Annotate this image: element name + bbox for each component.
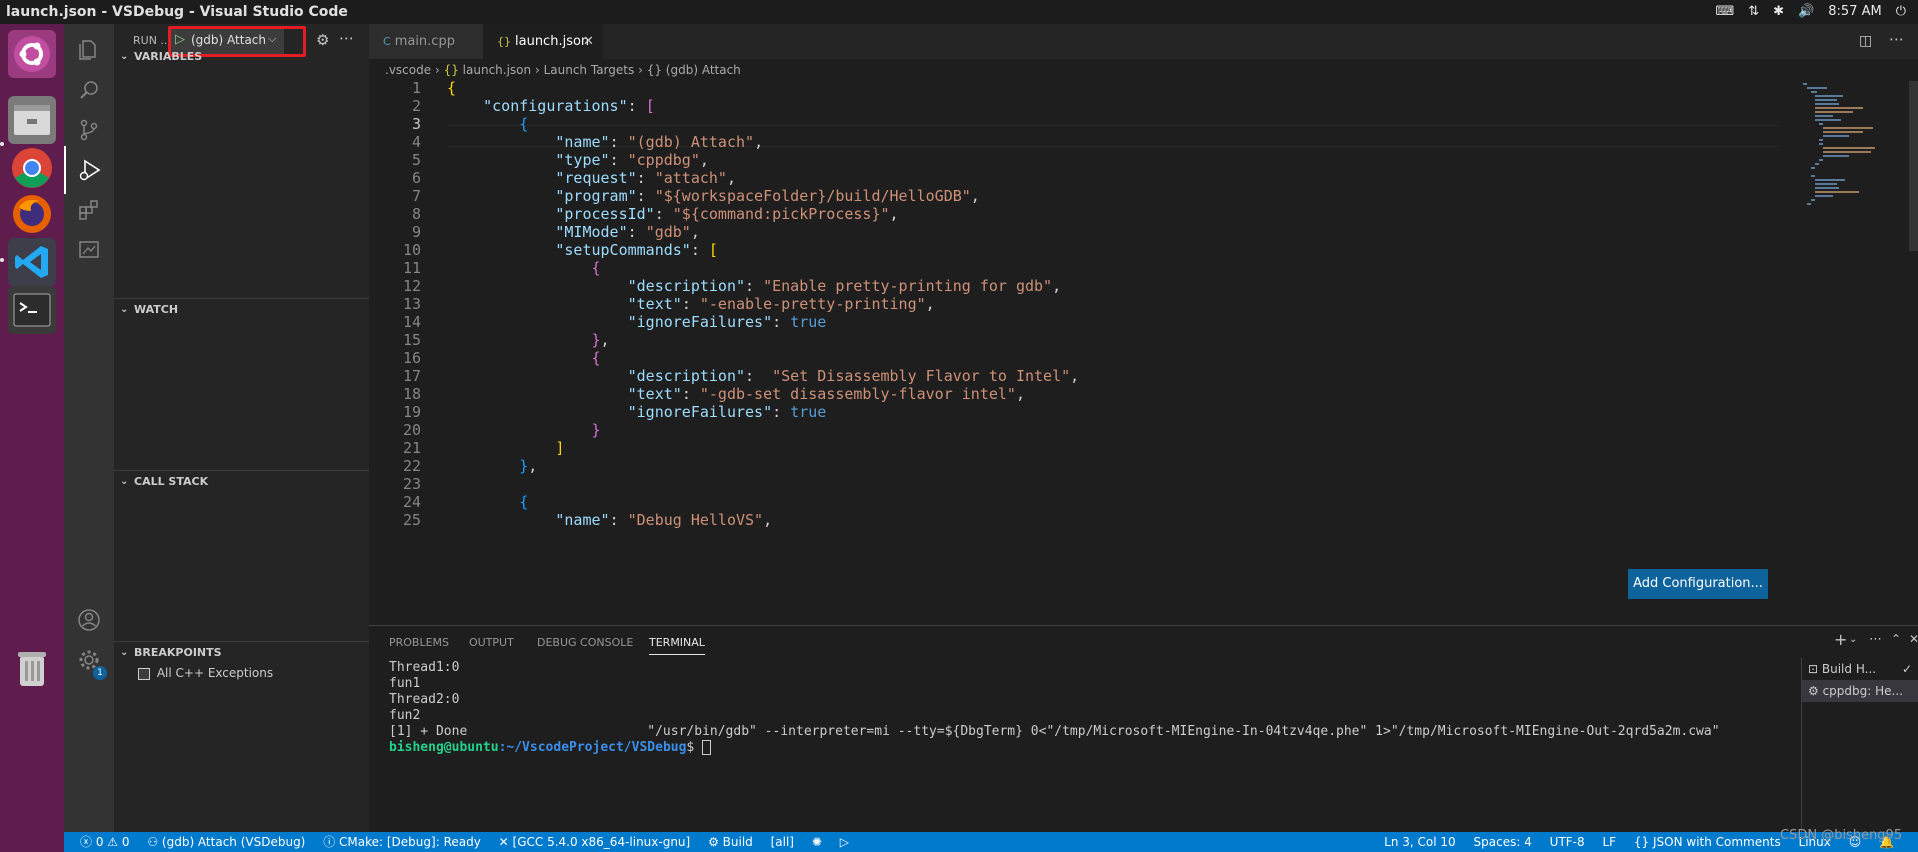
more-actions-icon[interactable]: ⋯: [339, 29, 354, 47]
close-icon[interactable]: ✕: [583, 24, 594, 59]
ubuntu-logo-icon[interactable]: [8, 30, 56, 78]
activity-bar: 1: [64, 24, 114, 852]
breadcrumb-item[interactable]: Launch Targets: [544, 63, 635, 77]
minimap[interactable]: [1791, 81, 1918, 211]
terminal-cursor: [702, 740, 712, 755]
breakpoint-item[interactable]: All C++ Exceptions: [138, 664, 273, 682]
bluetooth-icon[interactable]: ✱: [1773, 0, 1784, 24]
window-title: launch.json - VSDebug - Visual Studio Co…: [6, 4, 348, 20]
variables-section-header[interactable]: ⌄ VARIABLES: [114, 46, 369, 68]
volume-icon[interactable]: 🔊: [1798, 0, 1814, 24]
network-icon[interactable]: ⇅: [1748, 0, 1759, 24]
debug-sidebar: RUN ... ▷ (gdb) Attach ⌵ ⚙ ⋯ ⌄ VARIABLES…: [114, 24, 369, 832]
terminal-line: Thread1:0: [389, 660, 460, 675]
terminal-line: fun2: [389, 708, 421, 723]
terminal-item-cppdbg[interactable]: ⚙ cppdbg: He...: [1802, 680, 1918, 702]
status-bar: ⓧ 0 ⚠ 0 ⚇ (gdb) Attach (VSDebug) ⓘ CMake…: [64, 832, 1918, 852]
files-icon[interactable]: [8, 96, 56, 144]
terminal-item-build[interactable]: ⊡ Build H... ✓: [1802, 658, 1918, 680]
editor-scrollbar[interactable]: [1909, 81, 1918, 251]
problems-status[interactable]: ⓧ 0 ⚠ 0: [80, 835, 130, 849]
terminal-icon[interactable]: [8, 286, 56, 334]
add-configuration-button[interactable]: Add Configuration...: [1628, 569, 1768, 599]
cursor-position[interactable]: Ln 3, Col 10: [1384, 835, 1456, 849]
chevron-right-icon: ›: [434, 63, 444, 77]
more-actions-icon[interactable]: ⋯: [1889, 30, 1904, 48]
new-terminal-icon[interactable]: +: [1834, 630, 1847, 649]
terminal-line: [1] + Done "/usr/bin/gdb" --interpreter=…: [389, 724, 1720, 739]
chevron-down-icon: ⌄: [120, 304, 129, 315]
call-stack-section-header[interactable]: ⌄ CALL STACK: [114, 470, 369, 492]
keyboard-icon[interactable]: ⌨: [1716, 0, 1735, 24]
breadcrumb-item[interactable]: (gdb) Attach: [666, 63, 741, 77]
breakpoints-section-header[interactable]: ⌄ BREAKPOINTS: [114, 641, 369, 663]
language-mode[interactable]: {} JSON with Comments: [1634, 835, 1781, 849]
vscode-icon[interactable]: [8, 238, 56, 286]
kit-status[interactable]: ✕ [GCC 5.4.0 x86_64-linux-gnu]: [499, 835, 691, 849]
close-icon[interactable]: ✕: [1909, 632, 1918, 646]
tab-output[interactable]: OUTPUT: [469, 636, 514, 649]
cpp-file-icon: C: [383, 35, 391, 48]
system-tray: ⌨ ⇅ ✱ 🔊 8:57 AM ⏻: [1716, 0, 1918, 24]
breakpoint-checkbox[interactable]: [138, 667, 150, 680]
indentation[interactable]: Spaces: 4: [1474, 835, 1532, 849]
tab-main-cpp[interactable]: Cmain.cpp: [369, 24, 483, 59]
clock[interactable]: 8:57 AM: [1828, 0, 1881, 24]
check-icon: ✓: [1901, 662, 1912, 676]
chevron-down-icon: ⌄: [120, 647, 129, 658]
gear-icon: ⚙: [1808, 684, 1823, 698]
breadcrumb: .vscode › {} launch.json › Launch Target…: [369, 59, 1918, 81]
breadcrumb-item[interactable]: launch.json: [463, 63, 531, 77]
window-title-bar: launch.json - VSDebug - Visual Studio Co…: [0, 0, 1918, 24]
firefox-icon[interactable]: [8, 190, 56, 238]
code-editor[interactable]: 1{ 2 "configurations": [ 3 { 4 "name": "…: [369, 81, 1918, 625]
run-icon[interactable]: ▷: [840, 835, 849, 849]
debug-bug-icon[interactable]: ✺: [812, 835, 822, 849]
json-file-icon: {}: [497, 35, 511, 48]
terminal-prompt[interactable]: bisheng@ubuntu:~/VscodeProject/VSDebug$: [389, 740, 712, 756]
terminal-line: fun1: [389, 676, 421, 691]
editor-tabs: Cmain.cpp {} launch.json ✕ ◫ ⋯: [369, 24, 1918, 59]
watch-section-header[interactable]: ⌄ WATCH: [114, 298, 369, 320]
split-editor-icon[interactable]: ◫: [1859, 33, 1872, 49]
chevron-right-icon: ›: [638, 63, 647, 77]
build-target[interactable]: [all]: [771, 835, 794, 849]
update-badge: 1: [93, 666, 107, 680]
more-actions-icon[interactable]: ⋯: [1869, 632, 1882, 647]
trash-icon[interactable]: [8, 644, 56, 692]
tab-debug-console[interactable]: DEBUG CONSOLE: [537, 636, 633, 649]
bottom-panel: PROBLEMS OUTPUT DEBUG CONSOLE TERMINAL +…: [369, 625, 1918, 833]
end-of-line[interactable]: LF: [1602, 835, 1616, 849]
remote-explorer-icon[interactable]: [64, 226, 114, 274]
breadcrumb-item[interactable]: .vscode: [385, 63, 431, 77]
tab-launch-json[interactable]: {} launch.json ✕: [483, 24, 603, 59]
debug-status[interactable]: ⚇ (gdb) Attach (VSDebug): [147, 835, 305, 849]
terminal-list: ⊡ Build H... ✓ ⚙ cppdbg: He...: [1801, 658, 1918, 833]
chevron-down-icon[interactable]: ⌄: [1849, 634, 1857, 645]
tab-terminal[interactable]: TERMINAL: [649, 636, 705, 655]
manage-gear-icon[interactable]: 1: [64, 636, 114, 684]
chevron-down-icon: ⌄: [120, 51, 129, 62]
cmake-status[interactable]: ⓘ CMake: [Debug]: Ready: [323, 835, 481, 849]
chevron-down-icon: ⌄: [120, 476, 129, 487]
terminal-line: Thread2:0: [389, 692, 460, 707]
terminal-icon: ⊡: [1808, 662, 1822, 676]
build-button[interactable]: ⚙ Build: [708, 835, 753, 849]
tab-problems[interactable]: PROBLEMS: [389, 636, 449, 649]
chrome-icon[interactable]: [8, 144, 56, 192]
maximize-panel-icon[interactable]: ⌃: [1891, 632, 1901, 646]
ubuntu-dock: [0, 24, 64, 852]
object-icon: {}: [646, 63, 662, 77]
encoding[interactable]: UTF-8: [1550, 835, 1585, 849]
json-file-icon: {}: [443, 63, 459, 77]
chevron-right-icon: ›: [534, 63, 544, 77]
power-icon[interactable]: ⏻: [1896, 0, 1906, 24]
watermark: CSDN @bisheng95: [1780, 828, 1903, 843]
